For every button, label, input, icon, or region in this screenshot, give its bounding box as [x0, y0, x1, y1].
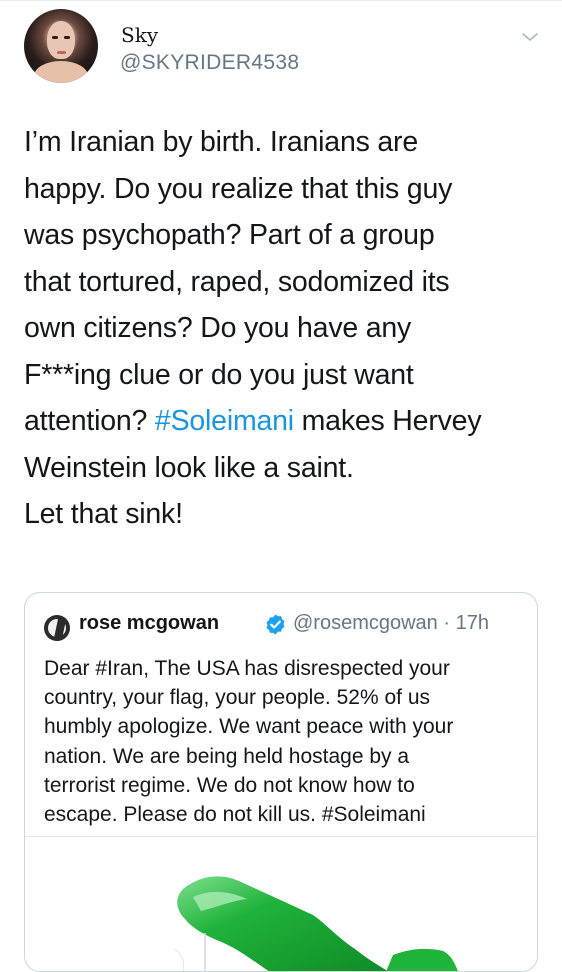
tweet-line: I’m Iranian by birth. Iranians are — [24, 126, 418, 158]
quoted-handle-and-time: @rosemcgowan · 17h — [293, 612, 489, 635]
tweet-line: Weinstein look like a saint. — [24, 451, 354, 484]
tweet-line: F***ing clue or do you just want — [24, 358, 414, 391]
chevron-down-icon[interactable] — [520, 27, 540, 47]
quoted-tweet-body: Dear #Iran, The USA has disrespected you… — [44, 654, 524, 829]
tweet-line: that tortured, raped, sodomized its — [24, 265, 450, 298]
tweet-line-with-hashtag: attention? #Soleimani makes Hervey — [24, 398, 554, 445]
waving-flag-image — [174, 876, 458, 971]
quoted-line: terrorist regime. We do not know how to — [44, 773, 415, 797]
hashtag-link[interactable]: #Soleimani — [155, 405, 294, 437]
author-handle[interactable]: @SKYRIDER4538 — [120, 51, 299, 75]
quoted-author-name[interactable]: rose mcgowan — [79, 612, 219, 635]
tweet-line: was psychopath? Part of a group — [24, 219, 435, 251]
meta-separator: · — [443, 612, 451, 634]
tweet-line-after-hashtag: makes Hervey — [293, 405, 482, 437]
quoted-line: nation. We are being held hostage by a — [44, 744, 410, 768]
quoted-author-avatar[interactable] — [44, 615, 70, 641]
author-display-name[interactable]: Sky — [121, 23, 158, 47]
quoted-author-handle[interactable]: @rosemcgowan — [293, 612, 438, 634]
tweet-body: I’m Iranian by birth. Iranians are happy… — [24, 119, 554, 538]
verified-badge-icon — [266, 614, 285, 635]
tweet-header: Sky @SKYRIDER4538 — [24, 9, 544, 87]
avatar-lips — [57, 51, 66, 54]
quoted-line: humbly apologize. We want peace with you… — [44, 715, 454, 739]
quoted-line: country, your flag, your people. 52% of … — [44, 686, 430, 710]
avatar-eye-right — [64, 36, 70, 39]
avatar-eye-left — [52, 36, 58, 39]
quoted-media-image[interactable] — [25, 836, 537, 971]
tweet-line: Let that sink! — [24, 498, 183, 530]
tweet-line-before-hashtag: attention? — [24, 405, 155, 437]
quoted-line: Dear #Iran, The USA has disrespected you… — [44, 657, 450, 680]
quoted-timestamp[interactable]: 17h — [456, 612, 489, 634]
quoted-line: escape. Please do not kill us. #Soleiman… — [44, 803, 426, 827]
top-divider — [0, 0, 562, 1]
profile-avatar[interactable] — [24, 9, 98, 83]
tweet-line: own citizens? Do you have any — [24, 312, 412, 344]
avatar-shoulders — [34, 61, 88, 83]
quoted-tweet-card[interactable]: rose mcgowan @rosemcgowan · 17h Dear #Ir… — [24, 592, 538, 972]
tweet-line: happy. Do you realize that this guy — [24, 172, 453, 205]
